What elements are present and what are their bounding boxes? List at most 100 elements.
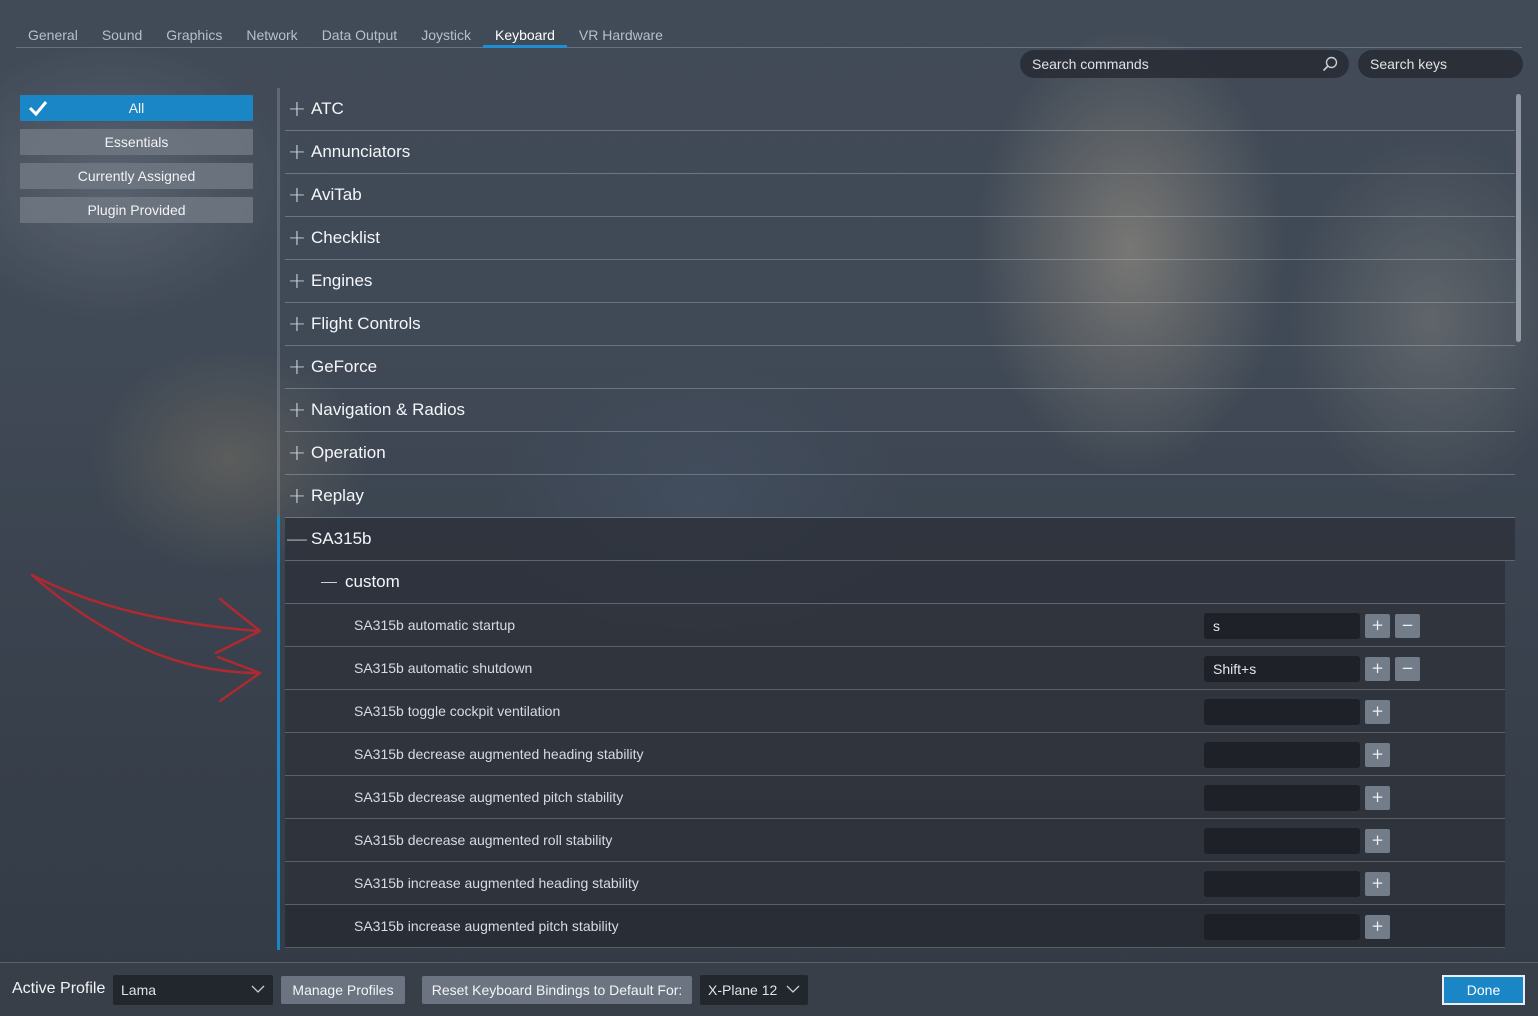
key-binding-field[interactable] [1204, 914, 1360, 940]
key-binding-field[interactable]: Shift+s [1204, 656, 1360, 682]
command-row: SA315b decrease augmented heading stabil… [285, 733, 1505, 776]
tab-sound[interactable]: Sound [90, 22, 154, 48]
command-label: SA315b increase augmented pitch stabilit… [354, 918, 619, 934]
search-icon[interactable] [1321, 55, 1339, 73]
filter-essentials-button[interactable]: Essentials [20, 129, 253, 155]
expand-plus-icon: + [287, 397, 307, 423]
expand-plus-icon: + [287, 139, 307, 165]
add-binding-button[interactable]: + [1365, 872, 1390, 896]
add-binding-button[interactable]: + [1365, 786, 1390, 810]
remove-binding-button[interactable]: − [1395, 614, 1420, 638]
done-button[interactable]: Done [1442, 975, 1525, 1005]
collapse-minus-icon: — [286, 526, 308, 552]
command-row: SA315b toggle cockpit ventilation + [285, 690, 1505, 733]
add-binding-button[interactable]: + [1365, 829, 1390, 853]
add-binding-button[interactable]: + [1365, 700, 1390, 724]
command-label: SA315b decrease augmented heading stabil… [354, 746, 644, 762]
expand-plus-icon: + [287, 483, 307, 509]
expand-plus-icon: + [287, 440, 307, 466]
category-engines[interactable]: + Engines [285, 260, 1515, 303]
command-row: SA315b decrease augmented pitch stabilit… [285, 776, 1505, 819]
bottom-bar: Active Profile Lama Manage Profiles Rese… [0, 962, 1538, 1016]
remove-binding-button[interactable]: − [1395, 657, 1420, 681]
search-keys-input[interactable] [1370, 56, 1538, 72]
category-navigation-radios[interactable]: + Navigation & Radios [285, 389, 1515, 432]
tab-vr-hardware[interactable]: VR Hardware [567, 22, 675, 48]
filter-all-button[interactable]: All [20, 95, 253, 121]
category-atc[interactable]: + ATC [285, 88, 1515, 131]
filter-currently-assigned-button[interactable]: Currently Assigned [20, 163, 253, 189]
command-row: SA315b increase augmented heading stabil… [285, 862, 1505, 905]
key-binding-field[interactable] [1204, 871, 1360, 897]
list-left-rail [277, 88, 280, 950]
tab-network[interactable]: Network [234, 22, 309, 48]
category-checklist[interactable]: + Checklist [285, 217, 1515, 260]
expand-plus-icon: + [287, 182, 307, 208]
manage-profiles-button[interactable]: Manage Profiles [281, 976, 405, 1004]
category-annunciators[interactable]: + Annunciators [285, 131, 1515, 174]
profile-dropdown-value: Lama [121, 982, 157, 998]
checkmark-icon [28, 101, 48, 117]
settings-tab-bar: General Sound Graphics Network Data Outp… [16, 22, 1522, 48]
search-commands-box [1020, 50, 1349, 78]
tab-joystick[interactable]: Joystick [409, 22, 483, 48]
category-operation[interactable]: + Operation [285, 432, 1515, 475]
active-profile-label: Active Profile [12, 980, 106, 997]
collapse-minus-icon [321, 581, 337, 583]
tab-graphics[interactable]: Graphics [154, 22, 234, 48]
subcategory-label: custom [345, 572, 400, 591]
filter-plugin-provided-button[interactable]: Plugin Provided [20, 197, 253, 223]
chevron-down-icon [786, 985, 800, 993]
reset-bindings-button[interactable]: Reset Keyboard Bindings to Default For: [422, 976, 692, 1004]
key-binding-field[interactable] [1204, 828, 1360, 854]
command-row: SA315b automatic startup s + − [285, 604, 1505, 647]
search-keys-box [1358, 50, 1538, 78]
category-label: GeForce [311, 357, 378, 376]
category-label: Annunciators [311, 142, 411, 161]
category-label: Replay [311, 486, 364, 505]
command-label: SA315b automatic startup [354, 617, 516, 633]
add-binding-button[interactable]: + [1365, 915, 1390, 939]
category-label: Flight Controls [311, 314, 421, 333]
command-row: SA315b automatic shutdown Shift+s + − [285, 647, 1505, 690]
reset-target-dropdown[interactable]: X-Plane 12 [700, 975, 808, 1005]
expand-plus-icon: + [287, 96, 307, 122]
tab-general[interactable]: General [16, 22, 90, 48]
category-avitab[interactable]: + AviTab [285, 174, 1515, 217]
category-label: Navigation & Radios [311, 400, 466, 419]
command-label: SA315b automatic shutdown [354, 660, 533, 676]
add-binding-button[interactable]: + [1365, 743, 1390, 767]
chevron-down-icon [251, 985, 265, 993]
category-geforce[interactable]: + GeForce [285, 346, 1515, 389]
category-label: Checklist [311, 228, 380, 247]
reset-target-value: X-Plane 12 [708, 982, 778, 998]
command-label: SA315b decrease augmented pitch stabilit… [354, 789, 624, 805]
add-binding-button[interactable]: + [1365, 614, 1390, 638]
command-row: SA315b decrease augmented roll stability… [285, 819, 1505, 862]
expand-plus-icon: + [287, 268, 307, 294]
expand-plus-icon: + [287, 311, 307, 337]
command-label: SA315b decrease augmented roll stability [354, 832, 613, 848]
command-row: SA315b increase augmented pitch stabilit… [285, 905, 1505, 948]
category-label: Engines [311, 271, 373, 290]
expand-plus-icon: + [287, 225, 307, 251]
command-label: SA315b toggle cockpit ventilation [354, 703, 561, 719]
add-binding-button[interactable]: + [1365, 657, 1390, 681]
category-flight-controls[interactable]: + Flight Controls [285, 303, 1515, 346]
category-label: Operation [311, 443, 386, 462]
category-label: ATC [311, 99, 344, 118]
key-binding-field[interactable] [1204, 699, 1360, 725]
tab-data-output[interactable]: Data Output [310, 22, 410, 48]
filter-label: All [128, 100, 145, 116]
category-sa315b[interactable]: — SA315b [285, 518, 1515, 561]
list-scrollbar[interactable] [1516, 94, 1521, 342]
key-binding-field[interactable]: s [1204, 613, 1360, 639]
search-commands-input[interactable] [1032, 56, 1321, 72]
profile-dropdown[interactable]: Lama [113, 975, 273, 1005]
category-replay[interactable]: + Replay [285, 475, 1515, 518]
tab-keyboard[interactable]: Keyboard [482, 22, 567, 48]
key-binding-field[interactable] [1204, 742, 1360, 768]
category-label: SA315b [311, 529, 372, 548]
key-binding-field[interactable] [1204, 785, 1360, 811]
subcategory-custom[interactable]: custom [285, 561, 1505, 604]
